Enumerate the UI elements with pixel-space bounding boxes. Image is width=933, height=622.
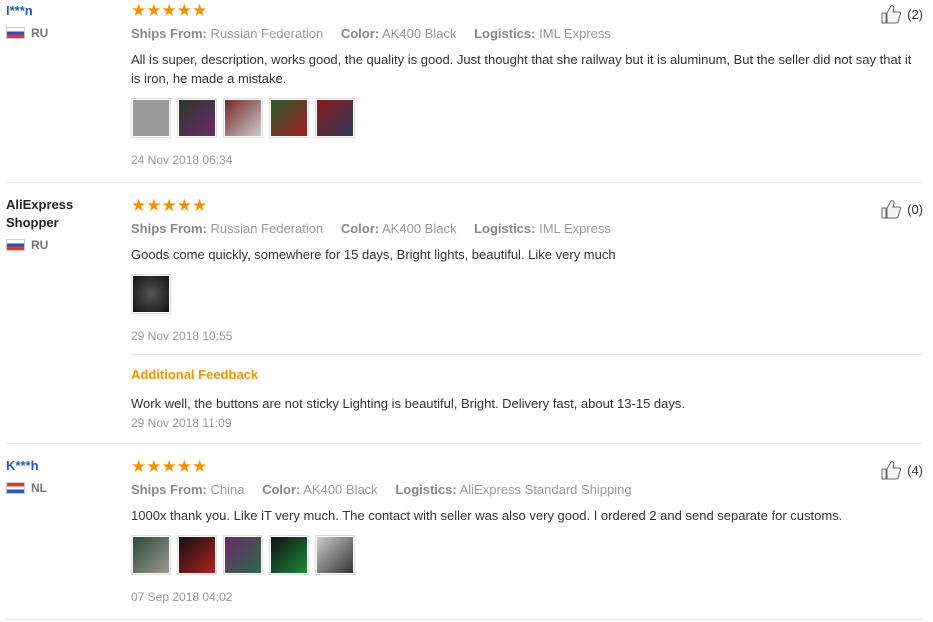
russia-flag-icon xyxy=(6,27,25,39)
reviewer-info: I***n RU xyxy=(6,2,116,40)
star-rating: ★★★★★ xyxy=(131,196,208,215)
color-value: AK400 Black xyxy=(382,26,457,41)
helpful-button[interactable]: (0) xyxy=(881,199,923,219)
review-content: ★★★★★ Ships From: China Color: AK400 Bla… xyxy=(131,458,921,605)
helpful-count: (2) xyxy=(907,6,923,22)
reviewer-name: AliExpress Shopper xyxy=(6,197,74,230)
review-photo[interactable] xyxy=(315,98,355,138)
review-text: All is super, description, works good, t… xyxy=(131,52,912,86)
logistics-value: AliExpress Standard Shipping xyxy=(459,482,632,497)
country-code: RU xyxy=(31,26,49,40)
feedback-divider xyxy=(131,354,923,355)
thumbs-up-icon xyxy=(881,461,902,480)
helpful-count: (4) xyxy=(907,462,923,478)
review-photos xyxy=(131,274,921,314)
review-divider xyxy=(5,619,923,620)
review-content: ★★★★★ Ships From: Russian Federation Col… xyxy=(131,2,921,168)
netherlands-flag-icon xyxy=(6,482,25,494)
review-divider xyxy=(5,182,923,183)
reviewer-name[interactable]: K***h xyxy=(6,457,116,475)
review-photo[interactable] xyxy=(223,535,263,575)
star-rating: ★★★★★ xyxy=(131,1,208,20)
additional-feedback-title: Additional Feedback xyxy=(131,367,259,382)
reviewer-country: NL xyxy=(6,481,116,495)
review-photo[interactable] xyxy=(269,535,309,575)
color-value: AK400 Black xyxy=(382,221,457,236)
helpful-button[interactable]: (2) xyxy=(881,4,923,24)
helpful-button[interactable]: (4) xyxy=(881,460,923,480)
color-label: Color: xyxy=(340,221,380,236)
ships-from-label: Ships From: xyxy=(131,26,207,41)
color-label: Color: xyxy=(262,482,301,497)
review-photos xyxy=(131,98,921,138)
ships-from-value: China xyxy=(210,482,245,497)
russia-flag-icon xyxy=(6,239,25,251)
helpful-count: (0) xyxy=(907,201,923,217)
reviewer-country: RU xyxy=(6,26,116,40)
reviewer-name[interactable]: I***n xyxy=(6,2,116,20)
ships-from-label: Ships From: xyxy=(131,221,207,236)
logistics-value: IML Express xyxy=(539,26,611,41)
review-photo[interactable] xyxy=(315,535,355,575)
order-info: Ships From: Russian Federation Color: AK… xyxy=(131,221,921,237)
thumbs-up-icon xyxy=(881,5,902,24)
review-text: 1000x thank you. Like iT very much. The … xyxy=(131,508,843,523)
logistics-label: Logistics: xyxy=(474,221,536,236)
review-divider xyxy=(5,443,923,444)
color-value: AK400 Black xyxy=(303,482,378,497)
review-photo[interactable] xyxy=(269,98,309,138)
review-date: 07 Sep 2018 04:02 xyxy=(131,590,233,604)
review-text: Goods come quickly, somewhere for 15 day… xyxy=(131,247,616,262)
reviewer-info: K***h NL xyxy=(6,457,116,495)
review-photo[interactable] xyxy=(177,535,217,575)
additional-feedback-date: 29 Nov 2018 11:09 xyxy=(131,416,232,430)
order-info: Ships From: Russian Federation Color: AK… xyxy=(131,26,921,42)
ships-from-value: Russian Federation xyxy=(210,26,324,41)
review-date: 24 Nov 2018 06:34 xyxy=(131,153,233,167)
ships-from-label: Ships From: xyxy=(131,482,207,497)
additional-feedback-text: Work well, the buttons are not sticky Li… xyxy=(131,396,685,411)
color-label: Color: xyxy=(340,26,380,41)
thumbs-up-icon xyxy=(881,200,902,219)
logistics-label: Logistics: xyxy=(395,482,457,497)
review-photo[interactable] xyxy=(131,535,171,575)
review-photo[interactable] xyxy=(131,98,171,138)
reviewer-info: AliExpress Shopper RU xyxy=(6,196,116,252)
review-date: 29 Nov 2018 10:55 xyxy=(131,329,233,343)
country-code: RU xyxy=(31,238,49,252)
country-code: NL xyxy=(31,481,47,495)
ships-from-value: Russian Federation xyxy=(210,221,324,236)
reviewer-country: RU xyxy=(6,238,116,252)
review-photo[interactable] xyxy=(131,274,171,314)
review-content: ★★★★★ Ships From: Russian Federation Col… xyxy=(131,196,923,431)
logistics-label: Logistics: xyxy=(474,26,536,41)
review-photo[interactable] xyxy=(177,98,217,138)
review-photos xyxy=(131,535,921,575)
logistics-value: IML Express xyxy=(539,221,611,236)
order-info: Ships From: China Color: AK400 Black Log… xyxy=(131,482,921,498)
review-photo[interactable] xyxy=(223,98,263,138)
star-rating: ★★★★★ xyxy=(131,457,208,476)
